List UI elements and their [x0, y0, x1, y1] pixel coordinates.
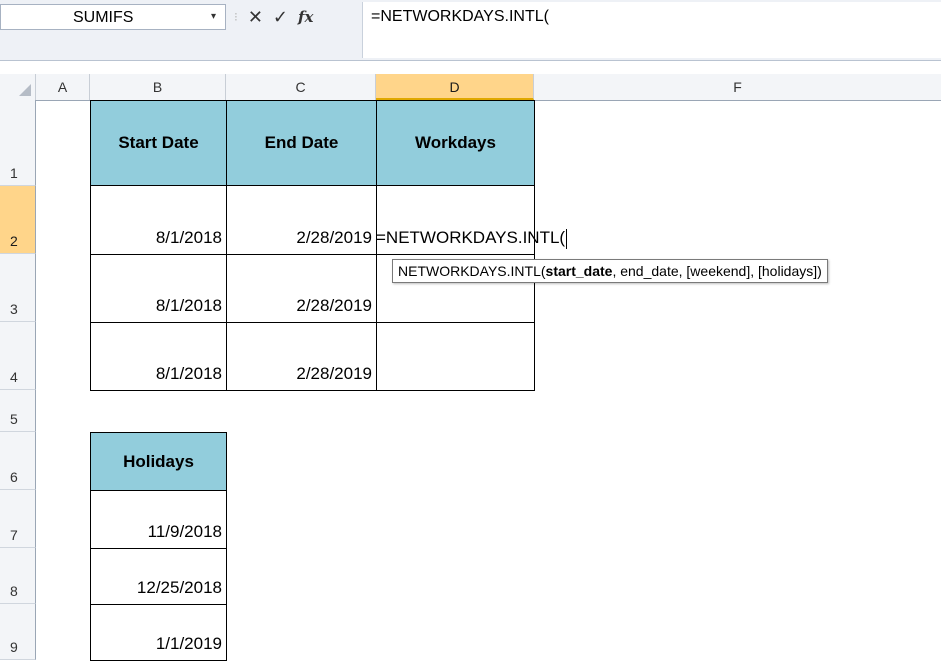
row-header-7[interactable]: 7	[0, 490, 36, 548]
cell-b8[interactable]: 12/25/2018	[90, 548, 227, 605]
tooltip-arg-start-date[interactable]: start_date	[546, 263, 613, 279]
row-header-4[interactable]: 4	[0, 322, 36, 390]
formula-input[interactable]: =NETWORKDAYS.INTL(	[362, 2, 941, 58]
formula-bar: SUMIFS ▾ ⁝ ✕ ✓ fx =NETWORKDAYS.INTL(	[0, 0, 941, 61]
text-caret	[566, 228, 568, 249]
row-header-2[interactable]: 2	[0, 186, 36, 254]
column-headers: A B C D F	[0, 74, 941, 101]
row-header-1[interactable]: 1	[0, 100, 36, 186]
column-header-a[interactable]: A	[36, 74, 90, 100]
cell-c4[interactable]: 2/28/2019	[226, 322, 377, 391]
cell-b4[interactable]: 8/1/2018	[90, 322, 227, 391]
row-header-8[interactable]: 8	[0, 548, 36, 604]
cell-b7[interactable]: 11/9/2018	[90, 490, 227, 549]
cancel-icon[interactable]: ✕	[248, 8, 263, 26]
chevron-down-icon[interactable]: ▾	[211, 11, 216, 22]
column-header-b[interactable]: B	[90, 74, 226, 100]
row-header-5[interactable]: 5	[0, 390, 36, 432]
row-header-6[interactable]: 6	[0, 432, 36, 490]
tooltip-function[interactable]: NETWORKDAYS.INTL(	[398, 263, 546, 279]
header-start-date[interactable]: Start Date	[90, 100, 227, 186]
editing-cell-input[interactable]: =NETWORKDAYS.INTL(	[376, 228, 568, 249]
header-end-date[interactable]: End Date	[226, 100, 377, 186]
enter-icon[interactable]: ✓	[273, 8, 288, 26]
column-header-d[interactable]: D	[376, 74, 534, 100]
function-tooltip: NETWORKDAYS.INTL(start_date, end_date, […	[392, 259, 828, 283]
grip-icon: ⁝	[234, 10, 238, 24]
row-header-3[interactable]: 3	[0, 254, 36, 322]
insert-function-icon[interactable]: fx	[298, 9, 313, 25]
row-header-9[interactable]: 9	[0, 604, 36, 660]
select-all-button[interactable]	[0, 74, 36, 100]
tooltip-args-rest: , end_date, [weekend], [holidays])	[612, 263, 822, 279]
cell-b2[interactable]: 8/1/2018	[90, 185, 227, 255]
cell-c3[interactable]: 2/28/2019	[226, 254, 377, 323]
cell-b3[interactable]: 8/1/2018	[90, 254, 227, 323]
header-holidays[interactable]: Holidays	[90, 432, 227, 491]
column-header-c[interactable]: C	[226, 74, 376, 100]
formula-tools: ⁝ ✕ ✓ fx	[228, 4, 362, 30]
header-workdays[interactable]: Workdays	[376, 100, 535, 186]
column-header-f[interactable]: F	[534, 74, 941, 100]
formula-text: =NETWORKDAYS.INTL(	[371, 8, 549, 25]
name-box-value: SUMIFS	[73, 9, 134, 26]
cell-b9[interactable]: 1/1/2019	[90, 604, 227, 661]
cell-d4[interactable]	[376, 322, 535, 391]
name-box[interactable]: SUMIFS ▾	[0, 4, 226, 30]
cell-c2[interactable]: 2/28/2019	[226, 185, 377, 255]
